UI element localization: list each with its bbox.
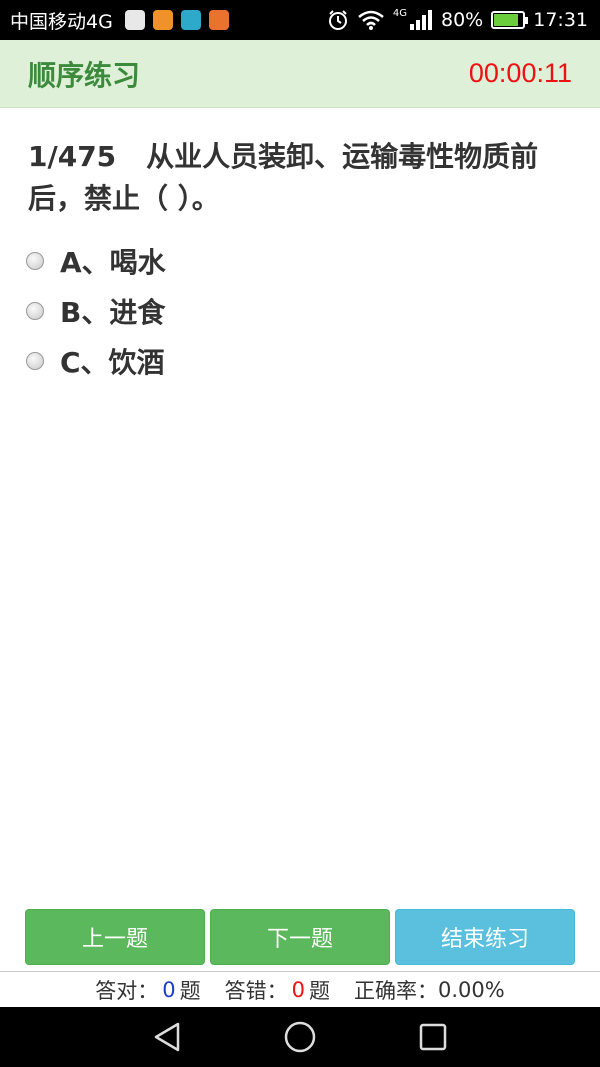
page-header: 顺序练习 00:00:11 [0, 40, 600, 108]
question-number: 1/475 [28, 140, 117, 173]
wrong-label: 答错： [224, 978, 288, 1003]
status-bar: 中国移动4G 4G 80% 17:31 [0, 0, 600, 40]
option-label: B、进食 [60, 296, 166, 329]
back-button[interactable] [127, 1007, 207, 1067]
previous-question-button[interactable]: 上一题 [25, 909, 205, 965]
alarm-icon [328, 10, 347, 30]
option-c[interactable]: C、饮酒 [26, 336, 166, 386]
page-title: 顺序练习 [28, 58, 141, 92]
app-icon-4 [208, 10, 229, 30]
accuracy-value: 0.00% [438, 977, 505, 1002]
network-type-label: 4G [392, 7, 407, 19]
carrier-label: 中国移动4G [10, 10, 113, 33]
radio-button-c[interactable] [26, 352, 44, 370]
accuracy-stat: 正确率： 0.00% [354, 975, 505, 1005]
correct-count: 0 [162, 977, 176, 1002]
recents-button[interactable] [393, 1007, 473, 1067]
system-nav-bar [0, 1007, 600, 1067]
home-button[interactable] [260, 1007, 340, 1067]
wrong-stat: 答错： 0 题 [225, 975, 330, 1005]
correct-unit: 题 [179, 978, 201, 1003]
option-label: A、喝水 [60, 246, 166, 279]
home-icon [284, 1021, 316, 1053]
score-summary: 答对： 0 题 答错： 0 题 正确率： 0.00% [0, 972, 600, 1007]
battery-level-fill [494, 14, 519, 26]
next-question-button[interactable]: 下一题 [210, 909, 390, 965]
battery-percent: 80% [441, 9, 484, 31]
question-text-block: 1/475 从业人员装卸、运输毒性物质前后，禁止（ ）。 [28, 136, 573, 220]
signal-icon [410, 10, 432, 30]
app-icon-2 [152, 10, 173, 30]
back-icon [154, 1022, 180, 1052]
action-bar: 上一题 下一题 结束练习 [0, 909, 600, 972]
wrong-unit: 题 [309, 978, 331, 1003]
battery-icon [491, 11, 529, 29]
wifi-icon [358, 10, 384, 30]
option-b[interactable]: B、进食 [26, 286, 166, 336]
clock: 17:31 [533, 9, 588, 31]
correct-label: 答对： [95, 978, 159, 1003]
elapsed-timer: 00:00:11 [468, 58, 572, 88]
option-label: C、饮酒 [60, 346, 165, 379]
wrong-count: 0 [291, 977, 306, 1002]
option-list: A、喝水 B、进食 C、饮酒 [26, 236, 166, 386]
app-icon-1 [124, 10, 145, 30]
question-panel: 1/475 从业人员装卸、运输毒性物质前后，禁止（ ）。 A、喝水 B、进食 C、… [0, 108, 600, 914]
correct-stat: 答对： 0 题 [95, 975, 200, 1005]
app-icon-3 [180, 10, 201, 30]
radio-button-b[interactable] [26, 302, 44, 320]
end-practice-button[interactable]: 结束练习 [395, 909, 575, 965]
recents-icon [419, 1023, 447, 1051]
option-a[interactable]: A、喝水 [26, 236, 166, 286]
accuracy-label: 正确率： [354, 978, 439, 1003]
radio-button-a[interactable] [26, 252, 44, 270]
